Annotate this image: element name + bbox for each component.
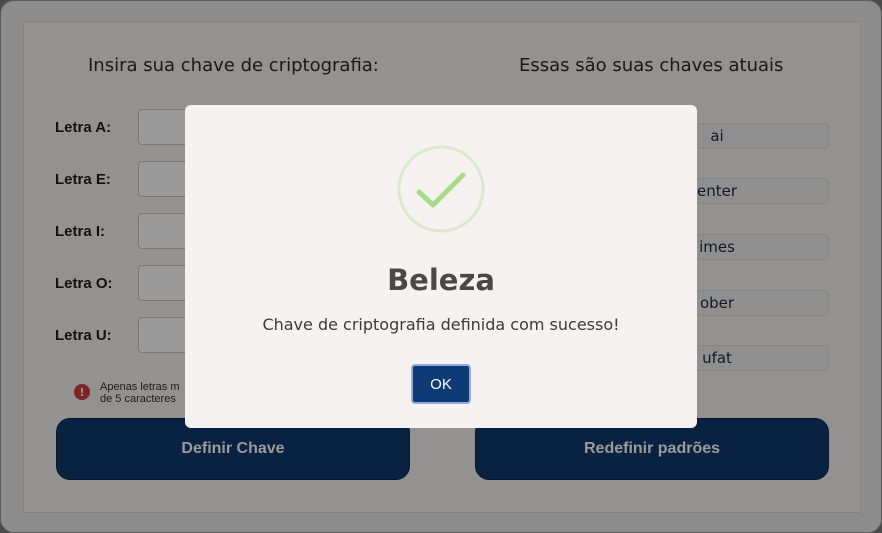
success-dialog: Beleza Chave de criptografia definida co… xyxy=(185,105,697,428)
dialog-message: Chave de criptografia definida com suces… xyxy=(262,315,620,334)
dialog-title: Beleza xyxy=(387,263,495,297)
ok-button[interactable]: OK xyxy=(411,364,471,404)
checkmark-icon xyxy=(397,145,485,233)
